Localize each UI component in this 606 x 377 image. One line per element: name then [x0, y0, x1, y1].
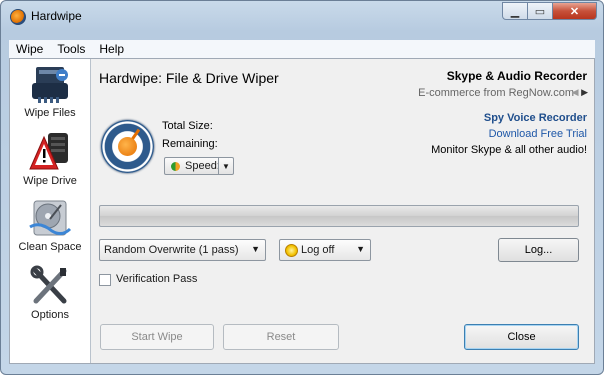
menu-bar: Wipe Tools Help	[9, 40, 595, 59]
app-window: Hardwipe ▁ ▭ ✕ Wipe Tools Help Wipe File…	[0, 0, 604, 375]
wipe-method-value: Random Overwrite (1 pass)	[104, 244, 239, 256]
chevron-down-icon: ▼	[356, 244, 365, 254]
ad-description: Monitor Skype & all other audio!	[431, 144, 587, 156]
reset-button[interactable]: Reset	[223, 324, 339, 350]
start-wipe-button[interactable]: Start Wipe	[100, 324, 214, 350]
total-size-label: Total Size:	[162, 120, 213, 132]
chevron-down-icon[interactable]: ▼	[218, 158, 233, 174]
client-area: Wipe Files Wipe Drive Clean Space Option…	[9, 58, 595, 364]
remaining-label: Remaining:	[162, 138, 218, 150]
sidebar-item-clean-space[interactable]: Clean Space	[10, 197, 90, 253]
window-title: Hardwipe	[31, 9, 82, 23]
menu-help[interactable]: Help	[92, 42, 131, 56]
ad-subtitle: E-commerce from RegNow.com	[418, 87, 574, 99]
ad-link-spy-voice-recorder[interactable]: Spy Voice Recorder	[484, 112, 587, 124]
app-logo-icon	[10, 9, 26, 25]
log-off-icon	[285, 243, 298, 257]
title-bar[interactable]: Hardwipe ▁ ▭ ✕	[1, 1, 603, 31]
chevron-down-icon: ▼	[251, 244, 260, 254]
sidebar-item-options[interactable]: Options	[10, 265, 90, 321]
sidebar-item-wipe-drive[interactable]: Wipe Drive	[10, 131, 90, 187]
verification-checkbox[interactable]	[99, 274, 111, 286]
ad-prev-icon[interactable]: ◀	[572, 87, 579, 97]
ad-title[interactable]: Skype & Audio Recorder	[447, 69, 587, 83]
speed-indicator-icon	[171, 161, 180, 171]
tools-icon	[28, 265, 72, 307]
menu-wipe[interactable]: Wipe	[9, 42, 50, 56]
verification-label: Verification Pass	[116, 273, 198, 285]
wipe-progress-bar	[99, 205, 579, 227]
close-window-button[interactable]: ✕	[553, 2, 597, 20]
wipe-method-select[interactable]: Random Overwrite (1 pass) ▼	[99, 239, 266, 261]
main-panel: Hardwipe: File & Drive Wiper Skype & Aud…	[90, 59, 594, 363]
sidebar-label-wipe-files: Wipe Files	[24, 107, 76, 119]
ad-next-icon[interactable]: ▶	[581, 87, 588, 97]
page-title: Hardwipe: File & Drive Wiper	[99, 70, 279, 86]
sidebar-label-options: Options	[31, 309, 69, 321]
speed-label: Speed:	[185, 160, 220, 172]
drive-warning-icon	[28, 131, 72, 173]
hard-disk-icon	[28, 197, 72, 239]
after-wipe-action-value: Log off	[301, 244, 335, 256]
wipe-dial-icon	[101, 120, 154, 173]
sidebar-label-clean-space: Clean Space	[18, 241, 82, 253]
menu-tools[interactable]: Tools	[50, 42, 92, 56]
ad-nav-arrows[interactable]: ◀ ▶	[572, 87, 588, 98]
file-shredder-icon	[28, 63, 72, 105]
after-wipe-action-select[interactable]: Log off ▼	[279, 239, 371, 261]
maximize-button[interactable]: ▭	[528, 2, 553, 20]
ad-link-download-trial[interactable]: Download Free Trial	[489, 128, 587, 140]
sidebar: Wipe Files Wipe Drive Clean Space Option…	[10, 59, 91, 363]
dial-center	[118, 137, 137, 156]
window-controls: ▁ ▭ ✕	[502, 2, 597, 20]
close-button[interactable]: Close	[464, 324, 579, 350]
log-button[interactable]: Log...	[498, 238, 579, 262]
speed-button[interactable]: Speed: ▼	[164, 157, 234, 175]
sidebar-label-wipe-drive: Wipe Drive	[23, 175, 77, 187]
minimize-button[interactable]: ▁	[502, 2, 528, 20]
sidebar-item-wipe-files[interactable]: Wipe Files	[10, 63, 90, 119]
